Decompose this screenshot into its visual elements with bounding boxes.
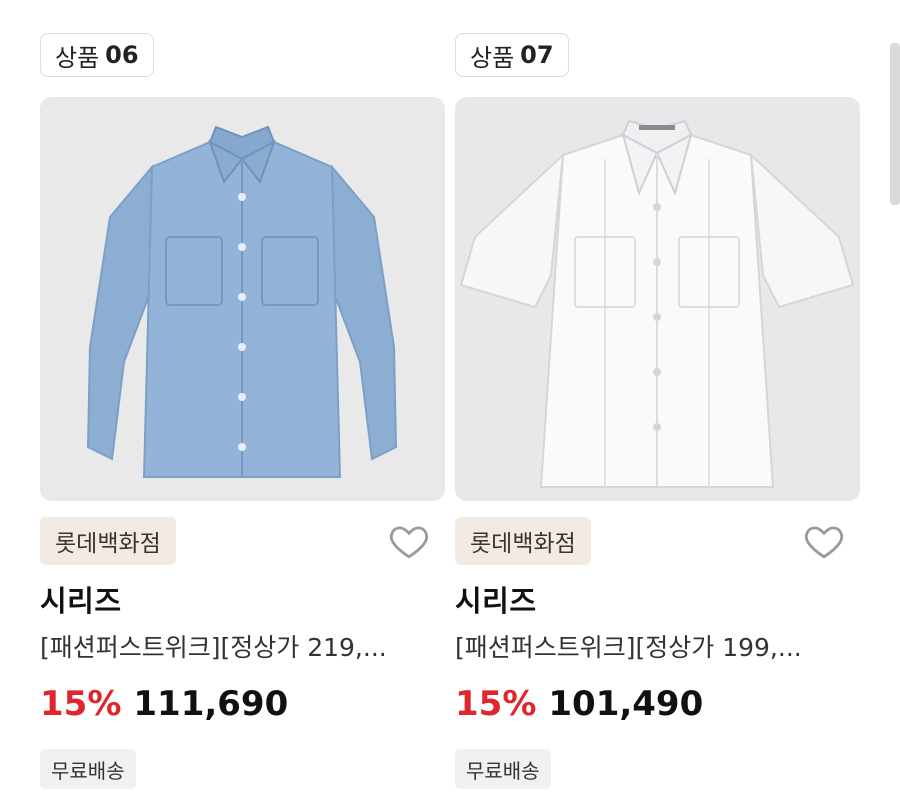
- heart-icon[interactable]: [388, 520, 430, 562]
- shipping-badge: 무료배송: [40, 749, 136, 789]
- product-number-tag: 상품 06: [40, 33, 154, 77]
- product-description[interactable]: [패션퍼스트위크][정상가 219,...: [40, 628, 440, 664]
- heart-icon[interactable]: [803, 520, 845, 562]
- price-row: 15% 101,490: [455, 684, 703, 724]
- product-number-tag: 상품 07: [455, 33, 569, 77]
- brand-badge: 롯데백화점: [455, 517, 591, 565]
- sale-price: 111,690: [133, 684, 289, 724]
- tag-number: 06: [105, 41, 139, 69]
- scrollbar[interactable]: [890, 43, 900, 205]
- price-row: 15% 111,690: [40, 684, 288, 724]
- tag-label: 상품: [470, 43, 515, 72]
- brand-badge: 롯데백화점: [40, 517, 176, 565]
- discount-rate: 15%: [40, 684, 122, 724]
- product-title[interactable]: 시리즈: [455, 578, 537, 620]
- product-image[interactable]: [40, 97, 445, 501]
- shipping-badge: 무료배송: [455, 749, 551, 789]
- tag-label: 상품: [55, 43, 100, 72]
- white-shirt-image: [455, 97, 860, 501]
- sale-price: 101,490: [548, 684, 704, 724]
- discount-rate: 15%: [455, 684, 537, 724]
- tag-number: 07: [520, 41, 554, 69]
- product-description[interactable]: [패션퍼스트위크][정상가 199,...: [455, 628, 855, 664]
- product-title[interactable]: 시리즈: [40, 578, 122, 620]
- product-image[interactable]: [455, 97, 860, 501]
- blue-shirt-image: [40, 97, 445, 501]
